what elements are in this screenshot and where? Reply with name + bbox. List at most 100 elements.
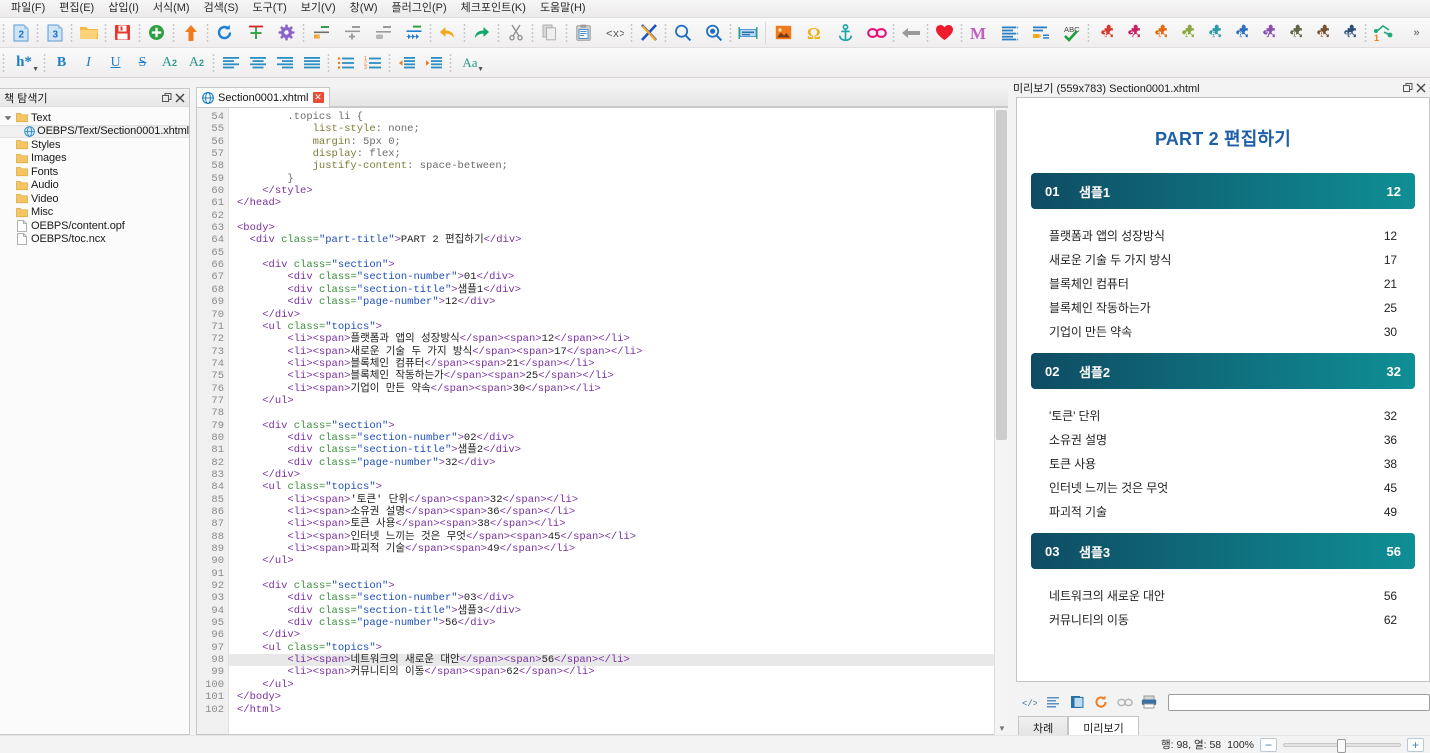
close-panel-icon[interactable]	[1414, 82, 1427, 95]
tree-item-video[interactable]: Video	[0, 192, 189, 206]
code-line[interactable]: </ul>	[229, 555, 1007, 567]
code-line[interactable]: <li><span>인터넷 느끼는 것은 무엇</span><span>45</…	[229, 531, 1007, 543]
code-line[interactable]: <li><span>블록체인 작동하는가</span><span>25</spa…	[229, 370, 1007, 382]
decrease-indent-icon[interactable]	[393, 50, 420, 76]
code-line[interactable]: </ul>	[229, 679, 1007, 691]
plugin-9-icon[interactable]: 9	[1308, 20, 1335, 46]
italic-button[interactable]: I	[75, 50, 102, 76]
strikethrough-button[interactable]: S	[129, 50, 156, 76]
expand-twisty-icon[interactable]	[2, 114, 14, 122]
merge-icon[interactable]	[400, 20, 427, 46]
menu-help[interactable]: 도움말(H)	[533, 0, 593, 17]
tree-item-fonts[interactable]: Fonts	[0, 165, 189, 179]
link-icon[interactable]	[1114, 692, 1136, 712]
tree-item-text[interactable]: Text	[0, 111, 189, 125]
list-view-icon[interactable]	[1042, 692, 1064, 712]
align-center-icon[interactable]	[244, 50, 271, 76]
paste-icon[interactable]	[570, 20, 597, 46]
back-arrow-icon[interactable]	[897, 20, 924, 46]
plugin-7-icon[interactable]: 7	[1254, 20, 1281, 46]
plugin-10-icon[interactable]: 10	[1335, 20, 1362, 46]
abc-spellcheck-icon[interactable]: ABC	[1058, 20, 1085, 46]
editor-tab-section0001[interactable]: Section0001.xhtml ✕	[196, 87, 330, 107]
plugin-6-icon[interactable]: 6	[1227, 20, 1254, 46]
code-line[interactable]: <li><span>커뮤니티의 이동</span><span>62</span>…	[229, 666, 1007, 678]
tree-item-oebps-toc-ncx[interactable]: OEBPS/toc.ncx	[0, 233, 189, 247]
epub3-icon[interactable]: 3	[41, 20, 68, 46]
code-line[interactable]: <div class="page-number">12</div>	[229, 296, 1007, 308]
code-line[interactable]: <ul class="topics">	[229, 321, 1007, 333]
split-icon[interactable]	[242, 20, 269, 46]
insert-image-icon[interactable]	[770, 20, 797, 46]
code-line[interactable]: </style>	[229, 185, 1007, 197]
increase-indent-icon[interactable]	[420, 50, 447, 76]
code-line[interactable]: <li><span>플랫폼과 앱의 성장방식</span><span>12</s…	[229, 333, 1007, 345]
book-view-icon[interactable]	[1066, 692, 1088, 712]
align-right-icon[interactable]	[271, 50, 298, 76]
code-line[interactable]	[229, 407, 1007, 419]
tree-item-audio[interactable]: Audio	[0, 179, 189, 193]
superscript-button[interactable]: A2	[183, 50, 210, 76]
search-replace-icon[interactable]	[700, 20, 727, 46]
editor-tab-close-icon[interactable]: ✕	[312, 92, 324, 103]
code-line[interactable]: <li><span>소유권 설명</span><span>36</span></…	[229, 506, 1007, 518]
code-view-icon[interactable]: </>	[1018, 692, 1040, 712]
code-line[interactable]: <ul class="topics">	[229, 481, 1007, 493]
code-line[interactable]: <ul class="topics">	[229, 642, 1007, 654]
menu-checkpoint[interactable]: 체크포인트(K)	[454, 0, 533, 17]
cut-icon[interactable]	[502, 20, 529, 46]
zoom-slider[interactable]	[1283, 738, 1401, 753]
add-marker-icon[interactable]	[338, 20, 365, 46]
reload-icon[interactable]	[211, 20, 238, 46]
scrollbar-thumb[interactable]	[996, 110, 1007, 440]
list-icon[interactable]	[996, 20, 1023, 46]
settings-gear-icon[interactable]	[273, 20, 300, 46]
split-marker-icon[interactable]	[307, 20, 334, 46]
menu-tools[interactable]: 도구(T)	[245, 0, 293, 17]
menu-file[interactable]: 파일(F)	[4, 0, 52, 17]
tree-item-misc[interactable]: Misc	[0, 206, 189, 220]
code-line[interactable]: </div>	[229, 469, 1007, 481]
code-line[interactable]: <div class="section-title">샘플1</div>	[229, 284, 1007, 296]
bold-button[interactable]: B	[48, 50, 75, 76]
underline-button[interactable]: U	[102, 50, 129, 76]
tree-item-oebps-content-opf[interactable]: OEBPS/content.opf	[0, 219, 189, 233]
metadata-m-icon[interactable]: M	[965, 20, 992, 46]
tree-item-images[interactable]: Images	[0, 152, 189, 166]
code-line[interactable]: </html>	[229, 704, 1007, 716]
code-line[interactable]: </ul>	[229, 395, 1007, 407]
preview-address-input[interactable]	[1168, 693, 1430, 711]
change-case-button[interactable]: Aa ▼	[454, 50, 486, 76]
code-line[interactable]: <li><span>기업이 만든 약속</span><span>30</span…	[229, 383, 1007, 395]
menu-insert[interactable]: 삽입(I)	[101, 0, 146, 17]
copy-icon[interactable]	[536, 20, 563, 46]
epub2-icon[interactable]: 2	[7, 20, 34, 46]
code-line[interactable]: justify-content: space-between;	[229, 160, 1007, 172]
menu-window[interactable]: 창(W)	[343, 0, 385, 17]
subscript-button[interactable]: A2	[156, 50, 183, 76]
code-line[interactable]	[229, 247, 1007, 259]
menu-plugins[interactable]: 플러그인(P)	[385, 0, 454, 17]
code-line[interactable]: display: flex;	[229, 148, 1007, 160]
code-line[interactable]: </div>	[229, 629, 1007, 641]
menu-edit[interactable]: 편집(E)	[52, 0, 101, 17]
plugin-1-icon[interactable]: 1	[1092, 20, 1119, 46]
code-line[interactable]: <div class="section-title">샘플3</div>	[229, 605, 1007, 617]
close-x-icon[interactable]	[635, 20, 662, 46]
heading-dropdown-button[interactable]: h* ▼	[7, 50, 41, 76]
zoom-in-button[interactable]: +	[1407, 737, 1424, 752]
zoom-slider-thumb[interactable]	[1337, 738, 1346, 753]
search-icon[interactable]	[669, 20, 696, 46]
code-line[interactable]	[229, 568, 1007, 580]
redo-icon[interactable]	[468, 20, 495, 46]
restore-window-icon[interactable]	[160, 91, 173, 104]
zoom-out-button[interactable]: −	[1260, 737, 1277, 752]
code-line[interactable]: .topics li {	[229, 111, 1007, 123]
bullet-list-icon[interactable]	[332, 50, 359, 76]
save-icon[interactable]	[109, 20, 136, 46]
insert-link-icon[interactable]	[863, 20, 890, 46]
code-line[interactable]: </head>	[229, 197, 1007, 209]
code-line[interactable]: <div class="page-number">56</div>	[229, 617, 1007, 629]
delete-marker-icon[interactable]	[369, 20, 396, 46]
align-justify-icon[interactable]	[298, 50, 325, 76]
